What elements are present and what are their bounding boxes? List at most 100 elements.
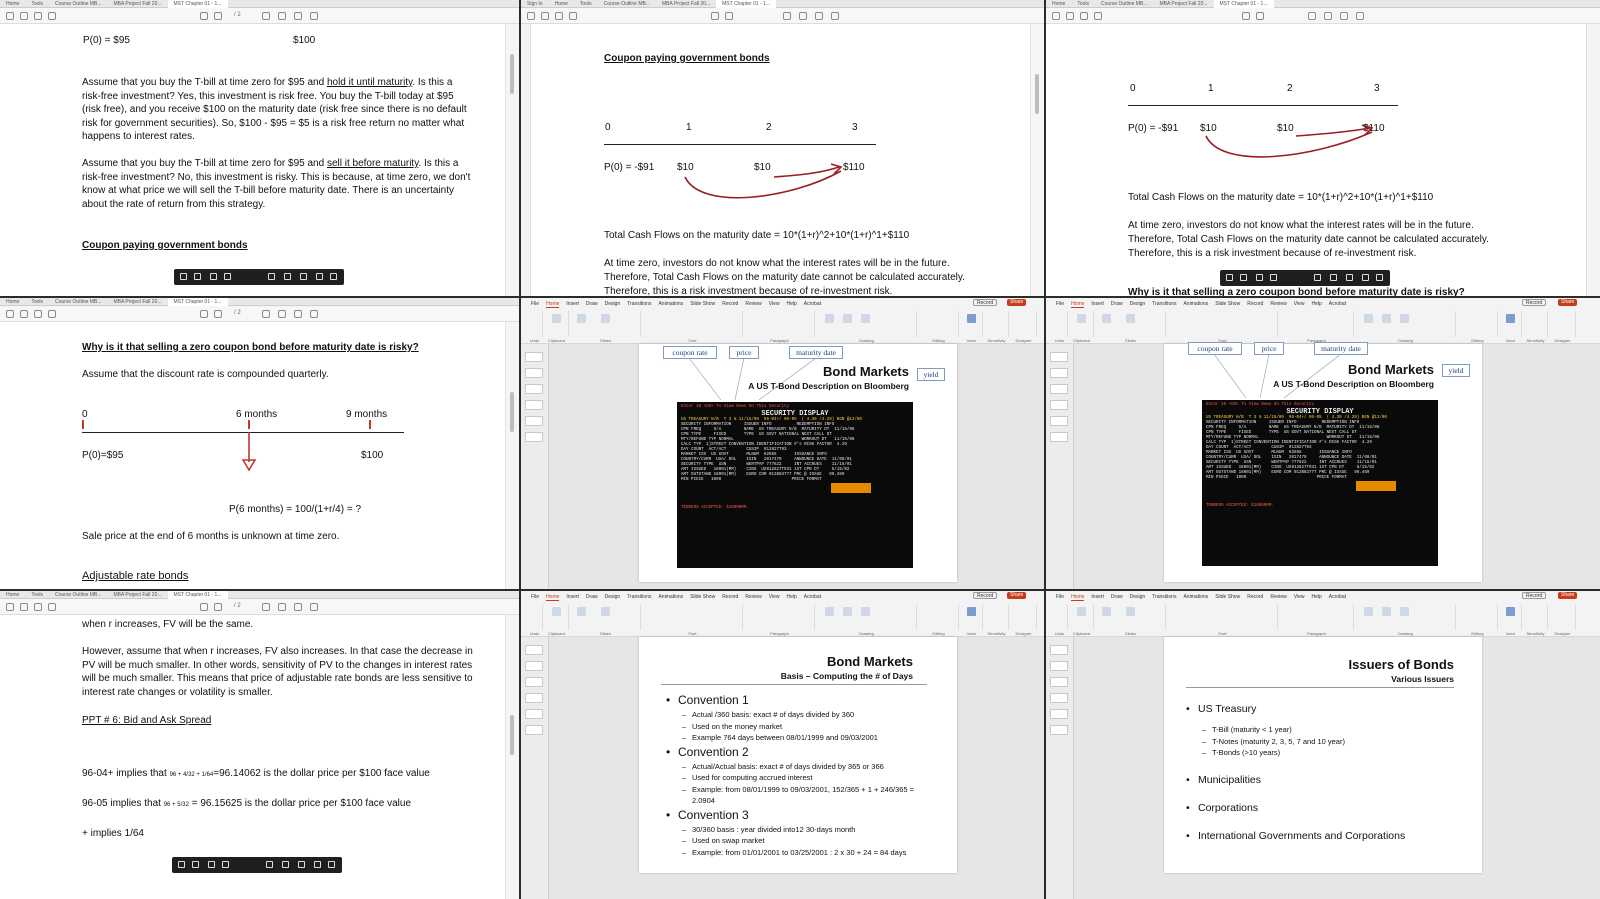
ribbon-tab[interactable]: Help [1311,301,1321,307]
pen-icon[interactable] [278,603,286,611]
highlight-icon[interactable] [294,310,302,318]
search-icon[interactable] [569,12,577,20]
ribbon-tab[interactable]: Record [1247,301,1263,307]
ribbon-tab[interactable]: Transitions [627,301,651,307]
ribbon-tab[interactable]: Insert [566,594,579,600]
ribbon-tab[interactable]: Record [1247,594,1263,600]
ribbon-tab[interactable]: Slide Show [690,301,715,307]
highlight-icon[interactable] [294,603,302,611]
slide-thumbnails[interactable] [1046,344,1074,589]
ribbon-tab[interactable]: Insert [1091,594,1104,600]
tab-chapter[interactable]: MST Chapter 01 - 1... [716,0,777,8]
print-icon[interactable] [34,12,42,20]
fit-icon[interactable] [1314,274,1321,281]
comment-icon[interactable] [1308,12,1316,20]
pen-icon[interactable] [1324,12,1332,20]
ribbon-tab[interactable]: View [769,301,780,307]
download-icon[interactable] [316,273,323,280]
ribbon-tab[interactable]: Design [605,594,621,600]
ribbon-tab[interactable]: View [769,594,780,600]
save-icon[interactable] [6,603,14,611]
scrollbar[interactable] [505,615,519,899]
ribbon-tab[interactable]: Record [722,594,738,600]
record-button[interactable]: Record [1522,299,1547,306]
search-icon[interactable] [48,12,56,20]
zoom-in-icon[interactable] [222,861,229,868]
record-button[interactable]: Record [1522,592,1547,599]
tab-mba-project[interactable]: MBA Project Fall 20... [656,0,716,8]
tab-tools[interactable]: Tools [574,0,598,8]
tab-chapter[interactable]: MST Chapter 01 - 1... [167,591,228,599]
ribbon-tab[interactable]: Animations [1183,594,1208,600]
pen-icon[interactable] [799,12,807,20]
share-button[interactable]: Share [1558,592,1578,599]
ribbon-tab[interactable]: Help [786,301,796,307]
page-up-icon[interactable] [200,603,208,611]
zoom-out-icon[interactable] [1256,274,1263,281]
search-icon[interactable] [48,603,56,611]
hand-icon[interactable] [192,861,199,868]
highlight-icon[interactable] [294,12,302,20]
tab-chapter[interactable]: MST Chapter 01 - 1... [167,298,228,306]
tab-home[interactable]: Home [0,298,25,306]
ribbon-tab[interactable]: Acrobat [804,594,821,600]
print-icon[interactable] [330,273,337,280]
upload-icon[interactable] [20,310,28,318]
slide-thumbnails[interactable] [521,344,549,589]
ribbon-tab[interactable]: File [531,301,539,307]
tab-course-outline[interactable]: Course Outline MB... [1095,0,1153,8]
ribbon-tab[interactable]: Review [745,594,761,600]
search-icon[interactable] [1094,12,1102,20]
search-icon[interactable] [48,310,56,318]
record-button[interactable]: Record [973,299,998,306]
ribbon-tab[interactable]: Record [722,301,738,307]
select-icon[interactable] [180,273,187,280]
print-icon[interactable] [34,310,42,318]
ribbon-tab[interactable]: Animations [1183,301,1208,307]
rotate-icon[interactable] [282,861,289,868]
page-up-icon[interactable] [200,310,208,318]
tab-course-outline[interactable]: Course Outline MB... [49,298,107,306]
ribbon-tab[interactable]: Draw [586,301,598,307]
ribbon-tab[interactable]: File [531,594,539,600]
tab-course-outline[interactable]: Course Outline MB... [49,591,107,599]
ribbon-tab[interactable]: Slide Show [1215,301,1240,307]
tab-home[interactable]: Home [0,591,25,599]
scrollbar[interactable] [505,24,519,296]
tab-mba-project[interactable]: MBA Project Fall 20... [107,0,167,8]
fullscreen-icon[interactable] [1346,274,1353,281]
download-icon[interactable] [1362,274,1369,281]
ribbon-tab[interactable]: View [1294,594,1305,600]
slide-thumbnails[interactable] [1046,637,1074,899]
zoom-out-icon[interactable] [210,273,217,280]
hand-icon[interactable] [194,273,201,280]
page-down-icon[interactable] [214,310,222,318]
ribbon-tab[interactable]: Acrobat [1329,301,1346,307]
ribbon-tab[interactable]: Slide Show [1215,594,1240,600]
scrollbar[interactable] [1030,24,1044,296]
page-down-icon[interactable] [1256,12,1264,20]
page-up-icon[interactable] [200,12,208,20]
ribbon-tab[interactable]: Draw [586,594,598,600]
rotate-icon[interactable] [1330,274,1337,281]
ribbon-tab[interactable]: Review [745,301,761,307]
pen-icon[interactable] [278,12,286,20]
select-icon[interactable] [178,861,185,868]
ribbon-tab[interactable]: Home [1071,594,1085,601]
tab-mba-project[interactable]: MBA Project Fall 20... [107,298,167,306]
ribbon-tab[interactable]: Animations [658,301,683,307]
page-down-icon[interactable] [214,12,222,20]
tab-course-outline[interactable]: Course Outline MB... [49,0,107,8]
upload-icon[interactable] [1066,12,1074,20]
sign-icon[interactable] [310,603,318,611]
zoom-out-icon[interactable] [208,861,215,868]
zoom-in-icon[interactable] [1270,274,1277,281]
tab-course-outline[interactable]: Course Outline MB... [598,0,656,8]
tab-home[interactable]: Home [0,0,25,8]
ribbon-tab[interactable]: Transitions [1152,594,1176,600]
save-icon[interactable] [6,12,14,20]
ribbon-tab[interactable]: Insert [566,301,579,307]
share-button[interactable]: Share [1007,592,1027,599]
ribbon-tab[interactable]: Help [1311,594,1321,600]
ribbon-tab[interactable]: Draw [1111,594,1123,600]
